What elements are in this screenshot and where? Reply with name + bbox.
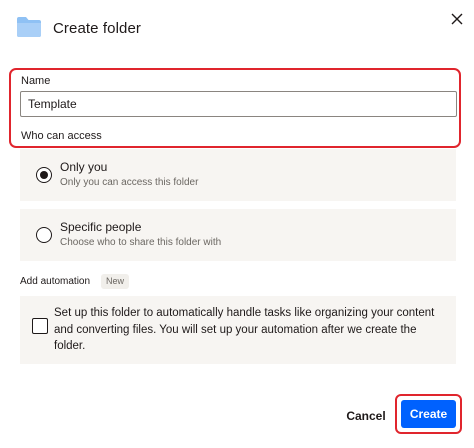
folder-icon [16, 16, 42, 38]
radio-only-you[interactable] [36, 167, 52, 183]
new-badge: New [101, 274, 130, 289]
automation-card[interactable]: Set up this folder to automatically hand… [20, 296, 456, 364]
dialog-title: Create folder [53, 20, 142, 37]
option-title: Only you [60, 160, 108, 174]
option-title: Specific people [60, 220, 142, 234]
folder-name-input[interactable] [20, 91, 457, 117]
add-automation-label: Add automation [20, 276, 91, 287]
name-section-highlight: Name Who can access [9, 68, 461, 148]
radio-specific-people[interactable] [36, 227, 52, 243]
access-option-only-you[interactable]: Only you Only you can access this folder [20, 149, 456, 201]
close-icon[interactable] [446, 8, 468, 30]
automation-checkbox[interactable] [32, 318, 48, 334]
option-subtitle: Choose who to share this folder with [60, 237, 222, 248]
create-button[interactable]: Create [401, 400, 456, 428]
access-option-specific-people[interactable]: Specific people Choose who to share this… [20, 209, 456, 261]
automation-description: Set up this folder to automatically hand… [54, 307, 435, 352]
create-folder-dialog: Create folder Name Who can access Only y… [0, 0, 474, 448]
name-label: Name [21, 75, 51, 87]
option-subtitle: Only you can access this folder [60, 177, 199, 188]
who-can-access-label: Who can access [21, 130, 102, 142]
cancel-button[interactable]: Cancel [340, 404, 392, 428]
dialog-header: Create folder [0, 0, 474, 60]
